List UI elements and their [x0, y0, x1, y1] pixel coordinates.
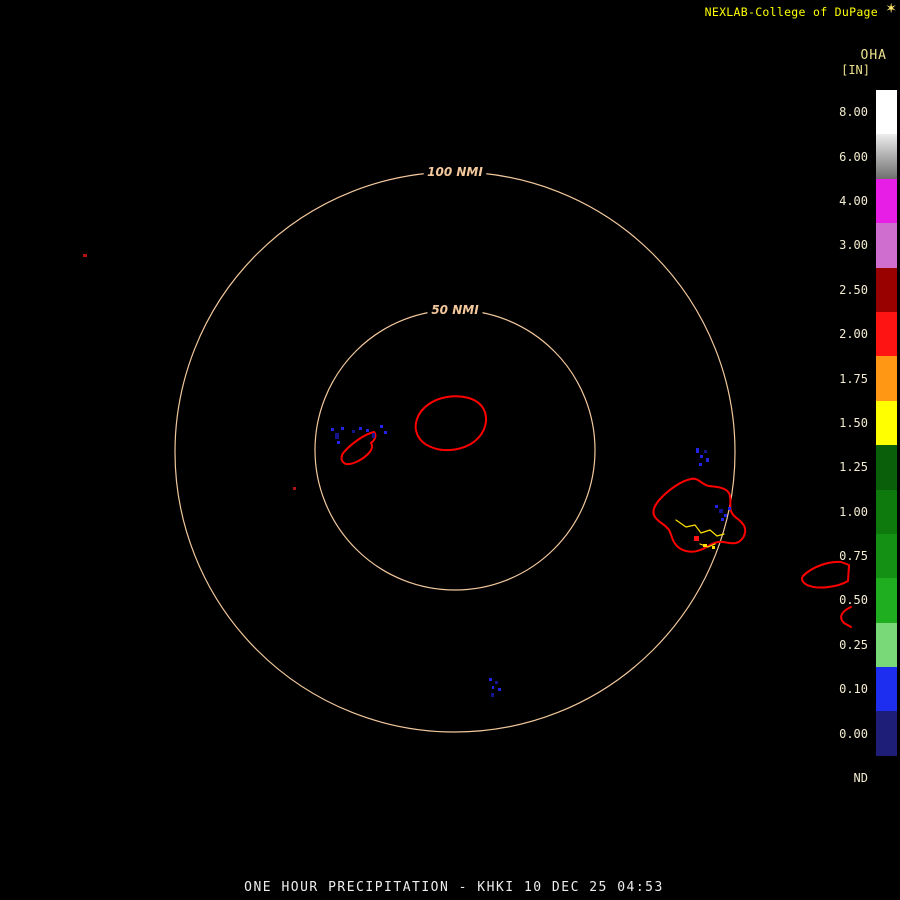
- colorbar: 8.00 6.00 4.00 3.00 2.50 2.00 1.75 1.50 1.25 1.00…: [839, 90, 897, 800]
- precip-cell: [372, 433, 375, 438]
- colorbar-row-1.25: 1.25: [839, 445, 897, 490]
- precip-cell: [492, 686, 494, 689]
- colorbar-swatch: [876, 667, 897, 712]
- precip-cell: [83, 254, 87, 257]
- colorbar-row-0.00: 0.00: [839, 711, 897, 756]
- range-ring: [174, 171, 736, 733]
- colorbar-tick-label: 1.50: [839, 415, 868, 430]
- product-caption: ONE HOUR PRECIPITATION - KHKI 10 DEC 25 …: [244, 880, 664, 895]
- colorbar-tick-label: ND: [853, 771, 868, 786]
- colorbar-tick-label: 1.00: [839, 504, 868, 519]
- colorbar-tick-label: 8.00: [839, 105, 868, 120]
- colorbar-row-6.00: 6.00: [839, 134, 897, 179]
- precip-cell: [696, 448, 699, 453]
- radar-viewport: 100 NMI 50 NMI NEXLAB-College of DuPage ✶…: [0, 0, 900, 900]
- colorbar-row-0.75: 0.75: [839, 533, 897, 579]
- cod-logo-icon: ✶: [885, 1, 897, 17]
- precip-cell: [719, 509, 723, 513]
- precip-cell: [335, 433, 339, 439]
- range-ring-label: 100 NMI: [427, 165, 483, 179]
- kauai-coastline: [414, 395, 488, 452]
- colorbar-tick-label: 6.00: [839, 149, 868, 164]
- precip-cell: [703, 544, 707, 547]
- precip-cell: [721, 518, 724, 521]
- colorbar-row-3.00: 3.00: [839, 223, 897, 268]
- precip-cell: [699, 463, 702, 466]
- colorbar-swatch: [876, 445, 897, 490]
- colorbar-tick-label: 2.50: [839, 282, 868, 297]
- colorbar-swatch: [876, 711, 897, 756]
- colorbar-swatch: [876, 578, 897, 623]
- precip-cell: [331, 428, 334, 431]
- precip-cell: [700, 455, 703, 458]
- colorbar-row-1.50: 1.50: [839, 400, 897, 446]
- colorbar-tick-label: 0.25: [839, 637, 868, 652]
- precip-cell: [495, 681, 498, 684]
- product-id-label: OHA: [860, 48, 887, 63]
- precip-cell: [366, 429, 369, 432]
- colorbar-row-0.25: 0.25: [839, 622, 897, 668]
- colorbar-row-2.00: 2.00: [839, 311, 897, 357]
- precip-cell: [694, 536, 699, 541]
- colorbar-swatch: [876, 267, 897, 312]
- colorbar-row-ND: ND: [839, 756, 897, 800]
- colorbar-tick-label: 1.25: [839, 460, 868, 475]
- niihau-coastline: [340, 431, 377, 466]
- range-ring-label: 50 NMI: [431, 303, 479, 317]
- precip-cell: [491, 693, 494, 697]
- precip-cell: [724, 514, 727, 517]
- colorbar-tick-label: 0.10: [839, 682, 868, 697]
- colorbar-swatch: [876, 400, 897, 446]
- colorbar-row-1.00: 1.00: [839, 489, 897, 534]
- colorbar-tick-label: 1.75: [839, 371, 868, 386]
- colorbar-swatch: [876, 223, 897, 268]
- colorbar-swatch: [876, 622, 897, 668]
- precip-cell: [337, 441, 340, 444]
- precip-cell: [384, 431, 387, 434]
- radar-map: 100 NMI 50 NMI: [83, 164, 852, 733]
- precip-cell: [715, 505, 718, 508]
- precip-cell: [706, 458, 709, 462]
- colorbar-row-4.00: 4.00: [839, 178, 897, 224]
- precip-cell: [352, 430, 355, 433]
- colorbar-tick-label: 4.00: [839, 193, 868, 208]
- colorbar-tick-label: 3.00: [839, 238, 868, 253]
- colorbar-row-0.50: 0.50: [839, 578, 897, 623]
- colorbar-swatch: [876, 356, 897, 401]
- credit-text: NEXLAB-College of DuPage: [704, 5, 878, 19]
- precip-cell: [728, 507, 731, 510]
- precip-cell: [704, 450, 707, 453]
- units-label: [IN]: [841, 63, 870, 77]
- colorbar-tick-label: 0.50: [839, 593, 868, 608]
- colorbar-row-0.10: 0.10: [839, 667, 897, 712]
- colorbar-swatch: [876, 311, 897, 357]
- colorbar-swatch: [876, 178, 897, 224]
- colorbar-row-1.75: 1.75: [839, 356, 897, 401]
- colorbar-swatch: [876, 756, 897, 800]
- precip-cell: [380, 425, 383, 428]
- precip-cell: [341, 427, 344, 430]
- colorbar-swatch: [876, 134, 897, 179]
- precip-cell: [712, 546, 715, 549]
- oahu-coastline: [652, 477, 747, 553]
- colorbar-swatch: [876, 489, 897, 534]
- colorbar-swatch: [876, 90, 897, 135]
- colorbar-tick-label: 0.75: [839, 549, 868, 564]
- precip-cell: [498, 688, 501, 691]
- colorbar-tick-label: 0.00: [839, 726, 868, 741]
- precip-cell: [293, 487, 296, 490]
- precip-cell: [359, 427, 362, 430]
- colorbar-swatch: [876, 533, 897, 579]
- precip-cell: [489, 678, 492, 681]
- colorbar-tick-label: 2.00: [839, 327, 868, 342]
- colorbar-row-8.00: 8.00: [839, 90, 897, 135]
- oahu-precip-contour-1: [675, 519, 725, 537]
- colorbar-row-2.50: 2.50: [839, 267, 897, 312]
